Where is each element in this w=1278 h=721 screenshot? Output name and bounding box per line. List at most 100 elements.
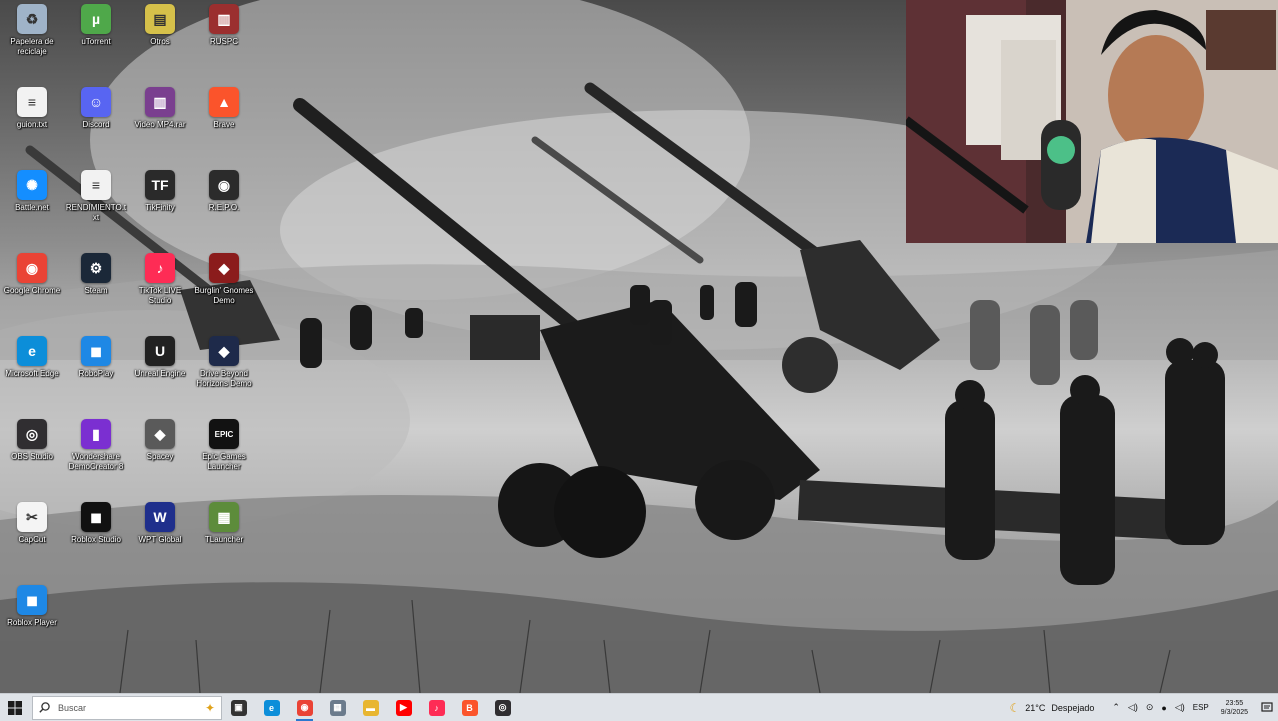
desktop-icon[interactable]: ✺ Battle.net [0,170,64,213]
desktop-icon[interactable]: ◎ OBS Studio [0,419,64,462]
tray-chevron-icon[interactable]: ⌃ [1112,702,1120,713]
app-icon: ◆ [145,419,175,449]
desktop-icon[interactable]: ⚙ Steam [64,253,128,296]
taskbar-clock[interactable]: 23:55 9/3/2025 [1221,699,1248,717]
desktop-icon[interactable]: µ uTorrent [64,4,128,47]
desktop-icon-label: CapCut [18,535,46,544]
tiktok-icon: ♪ [428,699,445,716]
search-highlight-icon: ✦ [204,700,215,715]
notification-icon [1261,701,1273,712]
wpt-icon: W [145,502,175,532]
language-indicator[interactable]: ESP [1193,703,1209,712]
desktop-icon-label: Google Chrome [3,286,61,295]
taskbar-app-tiktok[interactable]: ♪ [420,694,453,721]
desktop-icon-label: Wondershare DemoCreator 8 [68,452,124,471]
desktop-icon[interactable]: ≡ RENDIMIENTO.txt [64,170,128,223]
notification-center-button[interactable] [1256,694,1278,721]
taskbar-search-box[interactable]: Buscar ✦ [32,695,222,720]
start-button[interactable] [0,694,30,721]
text-file-icon: ≡ [17,87,47,117]
clock-time: 23:55 [1225,699,1244,707]
taskbar: Buscar ✦ ▣ e ◉ ▦ ▬ ▶ ♪ B ◎ ☾ 21°C Despejado ⌃ ◁)… [0,693,1278,721]
desktop-icon-label: TikFinity [145,203,175,212]
desktop-icon[interactable]: ◼ Roblox Player [0,585,64,628]
taskbar-app-brave[interactable]: B [453,694,486,721]
brave-icon: B [461,699,478,716]
desktop-icon[interactable]: W WPT Global [128,502,192,545]
recycle-bin-icon: ♻ [17,4,47,34]
desktop-icon-label: Otros [150,37,170,46]
taskbar-app-file-explorer[interactable]: ▬ [354,694,387,721]
desktop-icon-label: Unreal Engine [134,369,186,378]
desktop-icon[interactable]: ◆ Burglin' Gnomes Demo [192,253,256,306]
discord-icon: ☺ [81,87,111,117]
desktop-icon[interactable]: ☺ Discord [64,87,128,130]
desktop-icon[interactable]: ▲ Brave [192,87,256,130]
desktop-icon[interactable]: ▥ RUSPC [192,4,256,47]
webcam-overlay [906,0,1278,243]
taskbar-app-youtube[interactable]: ▶ [387,694,420,721]
youtube-icon: ▶ [395,699,412,716]
desktop-icon[interactable]: ◉ Google Chrome [0,253,64,296]
archive-icon: ▥ [209,4,239,34]
webcam-feed-image [906,0,1278,243]
utorrent-icon: µ [81,4,111,34]
desktop-icon[interactable]: ▤ Otros [128,4,192,47]
desktop-icon-label: RENDIMIENTO.txt [65,203,127,222]
desktop-icon[interactable]: ▥ Video MP4.rar [128,87,192,130]
game-icon: ◆ [209,336,239,366]
taskbar-pinned-apps: ▣ e ◉ ▦ ▬ ▶ ♪ B ◎ [222,694,519,721]
edge-icon: e [17,336,47,366]
democreator-icon: ▮ [81,419,111,449]
desktop-icon-label: Epic Games Launcher [202,452,246,471]
brave-icon: ▲ [209,87,239,117]
desktop-icon[interactable]: ≡ guion.txt [0,87,64,130]
taskbar-app-calculator[interactable]: ▦ [321,694,354,721]
desktop-icon[interactable]: ◆ Spacey [128,419,192,462]
desktop-icon-label: Brave [213,120,235,129]
microphone-icon[interactable]: ● [1161,703,1166,713]
calculator-icon: ▦ [329,699,346,716]
weather-widget[interactable]: ☾ 21°C Despejado [1009,701,1094,715]
desktop-icon-label: RoboPlay [78,369,114,378]
desktop-icon[interactable]: EPIC Epic Games Launcher [192,419,256,472]
minecraft-icon: ▦ [209,502,239,532]
desktop-icon[interactable]: U Unreal Engine [128,336,192,379]
desktop-icon[interactable]: ▦ TLauncher [192,502,256,545]
desktop-icon[interactable]: ♪ TikTok LIVE Studio [128,253,192,306]
taskbar-app-chrome[interactable]: ◉ [288,694,321,721]
taskbar-app-task-view[interactable]: ▣ [222,694,255,721]
desktop-icon-label: OBS Studio [11,452,53,461]
obs-icon: ◎ [494,699,511,716]
battlenet-icon: ✺ [17,170,47,200]
desktop-icon[interactable]: ◼ RoboPlay [64,336,128,379]
desktop-icon-label: Discord [82,120,110,129]
volume-icon[interactable]: ◁) [1128,702,1138,713]
desktop-icon-label: Burglin' Gnomes Demo [194,286,254,305]
desktop-icon-label: Roblox Player [7,618,57,627]
taskbar-app-obs[interactable]: ◎ [486,694,519,721]
desktop-icon-label: WPT Global [138,535,182,544]
obs-icon: ◎ [17,419,47,449]
weather-temp: 21°C [1025,702,1046,713]
desktop-icon-label: Drive Beyond Horizons Demo [196,369,252,388]
desktop-icon-label: TLauncher [204,535,244,544]
desktop-icon[interactable]: TF TikFinity [128,170,192,213]
speaker-icon[interactable]: ◁) [1175,702,1185,713]
desktop-icon[interactable]: ◼ Roblox Studio [64,502,128,545]
chrome-icon: ◉ [17,253,47,283]
desktop-icon[interactable]: ◆ Drive Beyond Horizons Demo [192,336,256,389]
desktop-icon[interactable]: ♻ Papelera de reciclaje [0,4,64,57]
desktop-icon[interactable]: ✂ CapCut [0,502,64,545]
winrar-icon: ▥ [145,87,175,117]
desktop-icon[interactable]: ▮ Wondershare DemoCreator 8 [64,419,128,472]
taskbar-app-edge[interactable]: e [255,694,288,721]
folder-icon: ▬ [362,699,379,716]
repo-icon: ◉ [209,170,239,200]
desktop-icon[interactable]: ◉ R.E.P.O. [192,170,256,213]
search-placeholder: Buscar [58,702,87,713]
tikfinity-icon: TF [145,170,175,200]
unreal-icon: U [145,336,175,366]
sync-icon[interactable]: ⊙ [1146,702,1154,713]
desktop-icon[interactable]: e Microsoft Edge [0,336,64,379]
